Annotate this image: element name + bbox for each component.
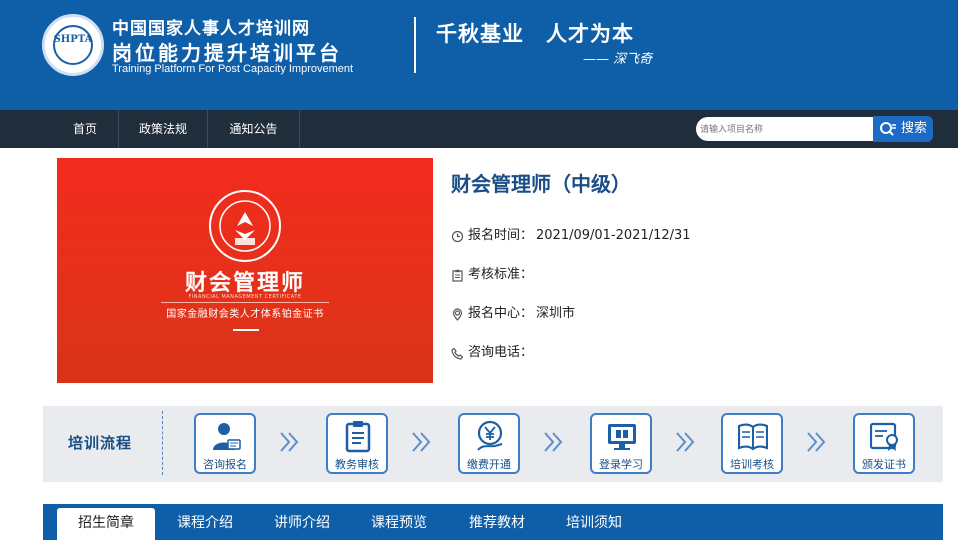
step-issue-certificate[interactable]: 颁发证书 xyxy=(853,413,915,474)
user-card-icon xyxy=(213,423,241,450)
info-row-center: 报名中心： 深圳市 xyxy=(451,306,651,322)
site-header: SHPTA 中国国家人事人才培训网 岗位能力提升培训平台 Training Pl… xyxy=(0,0,958,110)
clock-icon xyxy=(451,230,464,243)
yuan-coin-icon xyxy=(477,420,503,451)
banner-english-caption: FINANCIAL MANAGEMENT CERTIFICATE xyxy=(188,294,302,300)
chevron-right-icon xyxy=(280,432,299,452)
certificate-icon xyxy=(870,422,898,451)
monitor-icon xyxy=(608,424,636,450)
step-payment[interactable]: 缴费开通 xyxy=(458,413,520,474)
info-row-standard: 考核标准： xyxy=(451,267,651,283)
slogan-signature: —— 深飞奇 xyxy=(583,52,653,67)
search-input[interactable] xyxy=(696,117,874,141)
search-icon xyxy=(880,122,896,136)
org-name: 中国国家人事人才培训网 xyxy=(112,19,310,39)
chevron-right-icon xyxy=(412,432,431,452)
tab-course-intro[interactable]: 课程介绍 xyxy=(160,504,250,540)
process-separator xyxy=(162,411,164,475)
search-button-label: 搜索 xyxy=(901,121,928,136)
info-value: 深圳市 xyxy=(536,306,576,321)
step-label: 培训考核 xyxy=(730,458,774,471)
platform-name: 岗位能力提升培训平台 xyxy=(112,41,342,65)
info-label: 考核标准： xyxy=(468,267,534,282)
tab-course-preview[interactable]: 课程预览 xyxy=(355,504,443,540)
tab-instructors[interactable]: 讲师介绍 xyxy=(258,504,346,540)
banner-subtitle: 国家金融财会类人才体系铂金证书 xyxy=(166,309,324,320)
info-row-enroll-time: 报名时间： 2021/09/01-2021/12/31 xyxy=(451,228,711,244)
chevron-right-icon xyxy=(544,432,563,452)
step-academic-review[interactable]: 教务审核 xyxy=(326,413,388,474)
phone-icon xyxy=(451,347,464,360)
nav-item-policy[interactable]: 政策法规 xyxy=(119,110,208,148)
info-label: 报名中心： xyxy=(468,306,534,321)
step-label: 颁发证书 xyxy=(862,458,906,471)
tab-textbooks[interactable]: 推荐教材 xyxy=(453,504,541,540)
tab-notes[interactable]: 培训须知 xyxy=(550,504,638,540)
certificate-emblem-icon xyxy=(209,190,281,262)
info-label: 报名时间： xyxy=(468,228,534,243)
step-label: 登录学习 xyxy=(599,458,643,471)
logo-letters: SHPTA xyxy=(53,34,93,45)
logo-ring xyxy=(53,25,93,65)
info-label: 咨询电话： xyxy=(468,345,534,360)
banner-rule xyxy=(161,302,329,303)
search-button[interactable]: 搜索 xyxy=(873,116,933,142)
info-row-phone: 咨询电话： xyxy=(451,345,651,361)
header-divider xyxy=(414,17,416,73)
course-title: 财会管理师（中级） xyxy=(451,172,631,196)
chevron-right-icon xyxy=(676,432,695,452)
header-slogan: 千秋基业 人才为本 xyxy=(436,21,634,46)
clipboard-check-icon xyxy=(345,421,371,453)
clipboard-icon xyxy=(452,269,463,282)
nav-item-notice[interactable]: 通知公告 xyxy=(208,110,300,148)
step-label: 教务审核 xyxy=(335,458,379,471)
step-label: 缴费开通 xyxy=(467,458,511,471)
nav-item-home[interactable]: 首页 xyxy=(52,110,119,148)
info-value: 2021/09/01-2021/12/31 xyxy=(536,228,691,243)
banner-title: 财会管理师 xyxy=(184,271,305,296)
book-icon xyxy=(738,423,768,451)
step-label: 咨询报名 xyxy=(203,458,247,471)
course-banner-image: 财会管理师 FINANCIAL MANAGEMENT CERTIFICATE 国… xyxy=(57,158,433,383)
chevron-right-icon xyxy=(807,432,826,452)
step-login-study[interactable]: 登录学习 xyxy=(590,413,652,474)
step-training-assessment[interactable]: 培训考核 xyxy=(721,413,783,474)
platform-english-name: Training Platform For Post Capacity Impr… xyxy=(112,63,354,75)
process-label: 培训流程 xyxy=(68,434,133,452)
tab-admissions[interactable]: 招生简章 xyxy=(57,508,155,540)
location-icon xyxy=(452,308,463,321)
step-consult-enroll[interactable]: 咨询报名 xyxy=(194,413,256,474)
banner-dash xyxy=(233,329,259,331)
site-logo[interactable]: SHPTA xyxy=(42,14,104,76)
